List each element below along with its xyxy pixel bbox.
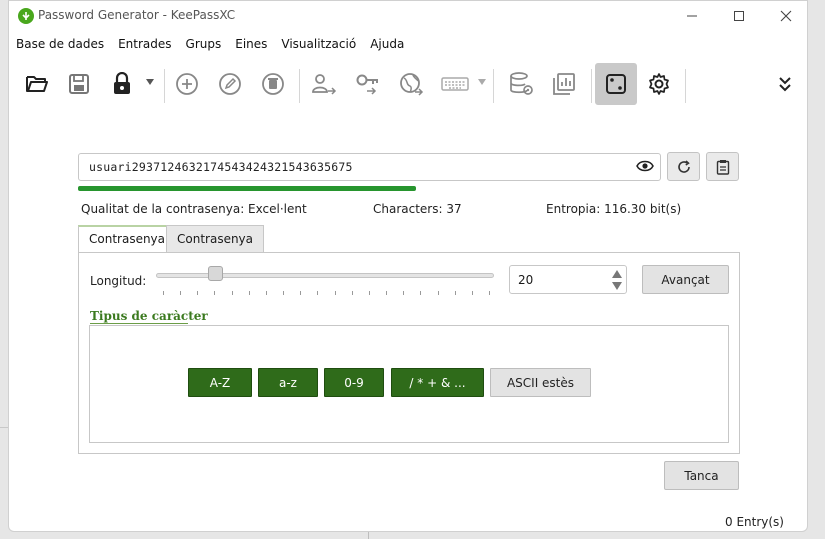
slider-tick — [231, 291, 233, 295]
tab-password[interactable]: Contrasenya — [78, 225, 177, 253]
menu-bar: Base de dades Entrades Grups Eines Visua… — [9, 35, 411, 55]
slider-tick — [437, 291, 439, 295]
slider-tick — [386, 291, 388, 295]
character-types-title: Tipus de caràcter — [90, 309, 208, 323]
tab-passphrase[interactable]: Contrasenya — [166, 225, 265, 253]
autotype-keyboard-icon[interactable] — [437, 66, 473, 102]
slider-tick — [180, 291, 182, 295]
slider-tick — [300, 291, 302, 295]
toggle-numbers[interactable]: 0-9 — [324, 368, 384, 397]
slider-tick — [420, 291, 422, 295]
keepassxc-logo-icon — [18, 8, 34, 24]
toolbar-separator — [164, 69, 165, 103]
password-strength-bar — [78, 186, 661, 191]
menu-tools[interactable]: Eines — [228, 35, 274, 55]
close-button[interactable]: Tanca — [664, 461, 739, 490]
reports-icon[interactable] — [546, 66, 582, 102]
refresh-icon — [677, 159, 690, 173]
password-quality: Qualitat de la contrasenya: Excel·lent — [81, 202, 307, 216]
character-types-group: A-Z a-z 0-9 / * + & ... ASCII estès — [89, 325, 729, 443]
advanced-button[interactable]: Avançat — [642, 265, 729, 294]
delete-entry-icon[interactable] — [255, 66, 291, 102]
slider-ticks — [163, 291, 490, 296]
length-spinbox[interactable]: 20 — [509, 265, 627, 294]
title-bar: Password Generator - KeePassXC — [9, 1, 807, 31]
chevron-down-icon[interactable] — [478, 79, 486, 85]
status-bar-text: 0 Entry(s) — [725, 515, 784, 529]
length-label: Longitud: — [90, 274, 147, 288]
slider-tick — [489, 291, 490, 295]
copy-password-icon[interactable] — [350, 66, 386, 102]
length-slider[interactable] — [156, 273, 494, 278]
close-window-button[interactable] — [771, 5, 801, 27]
entropy: Entropia: 116.30 bit(s) — [546, 202, 682, 216]
edit-entry-icon[interactable] — [212, 66, 248, 102]
regenerate-button[interactable] — [667, 152, 700, 181]
menu-view[interactable]: Visualització — [274, 35, 363, 55]
minimize-button[interactable] — [677, 5, 707, 27]
menu-help[interactable]: Ajuda — [363, 35, 411, 55]
lock-icon[interactable] — [104, 66, 140, 102]
copy-username-icon[interactable] — [306, 66, 342, 102]
copy-url-icon[interactable] — [394, 66, 430, 102]
length-slider-handle[interactable] — [207, 266, 223, 281]
slider-tick — [265, 291, 267, 295]
chevron-down-icon[interactable] — [146, 79, 154, 85]
toolbar-separator — [299, 69, 300, 103]
password-value[interactable]: usuari29371246321745434243215436356​75 — [89, 160, 353, 174]
slider-tick — [334, 291, 336, 295]
password-field[interactable]: usuari29371246321745434243215436356​75 — [78, 153, 661, 181]
slider-tick — [454, 291, 456, 295]
slider-tick — [248, 291, 250, 295]
spin-down-icon[interactable] — [612, 282, 622, 290]
length-value[interactable]: 20 — [518, 273, 533, 287]
save-icon[interactable] — [61, 66, 97, 102]
database-settings-icon[interactable] — [504, 66, 540, 102]
window: Password Generator - KeePassXC Base de d… — [8, 0, 808, 532]
password-options-panel: Longitud: 20 Avançat Tipus de caràcter A… — [78, 252, 740, 454]
toggle-special-chars[interactable]: / * + & ... — [391, 368, 484, 397]
slider-tick — [351, 291, 353, 295]
menu-database[interactable]: Base de dades — [9, 35, 111, 55]
slider-tick — [403, 291, 405, 295]
show-password-icon[interactable] — [636, 159, 654, 176]
toolbar-separator — [591, 69, 592, 103]
window-title: Password Generator - KeePassXC — [38, 8, 236, 22]
slider-tick — [317, 291, 319, 295]
toggle-lowercase[interactable]: a-z — [258, 368, 318, 397]
toolbar — [9, 63, 807, 105]
spin-up-icon[interactable] — [612, 270, 622, 278]
character-count: Characters: 37 — [373, 202, 462, 216]
more-icon[interactable] — [767, 66, 803, 102]
toggle-extended-ascii[interactable]: ASCII estès — [490, 368, 591, 397]
password-generator-icon[interactable] — [595, 63, 637, 105]
open-folder-icon[interactable] — [19, 66, 55, 102]
add-entry-icon[interactable] — [169, 66, 205, 102]
maximize-button[interactable] — [724, 5, 754, 27]
password-strength-fill — [78, 186, 417, 191]
slider-tick — [368, 291, 370, 295]
slider-tick — [471, 291, 473, 295]
slider-tick — [163, 291, 164, 295]
slider-tick — [283, 291, 285, 295]
copy-password-button[interactable] — [706, 152, 739, 181]
menu-groups[interactable]: Grups — [179, 35, 229, 55]
toolbar-separator — [493, 69, 494, 103]
clipboard-icon — [716, 159, 729, 175]
group-title-underline — [90, 323, 188, 324]
settings-icon[interactable] — [641, 66, 677, 102]
slider-tick — [197, 291, 199, 295]
toolbar-separator — [685, 69, 686, 103]
toggle-uppercase[interactable]: A-Z — [188, 368, 252, 397]
menu-entries[interactable]: Entrades — [111, 35, 178, 55]
slider-tick — [214, 291, 216, 295]
